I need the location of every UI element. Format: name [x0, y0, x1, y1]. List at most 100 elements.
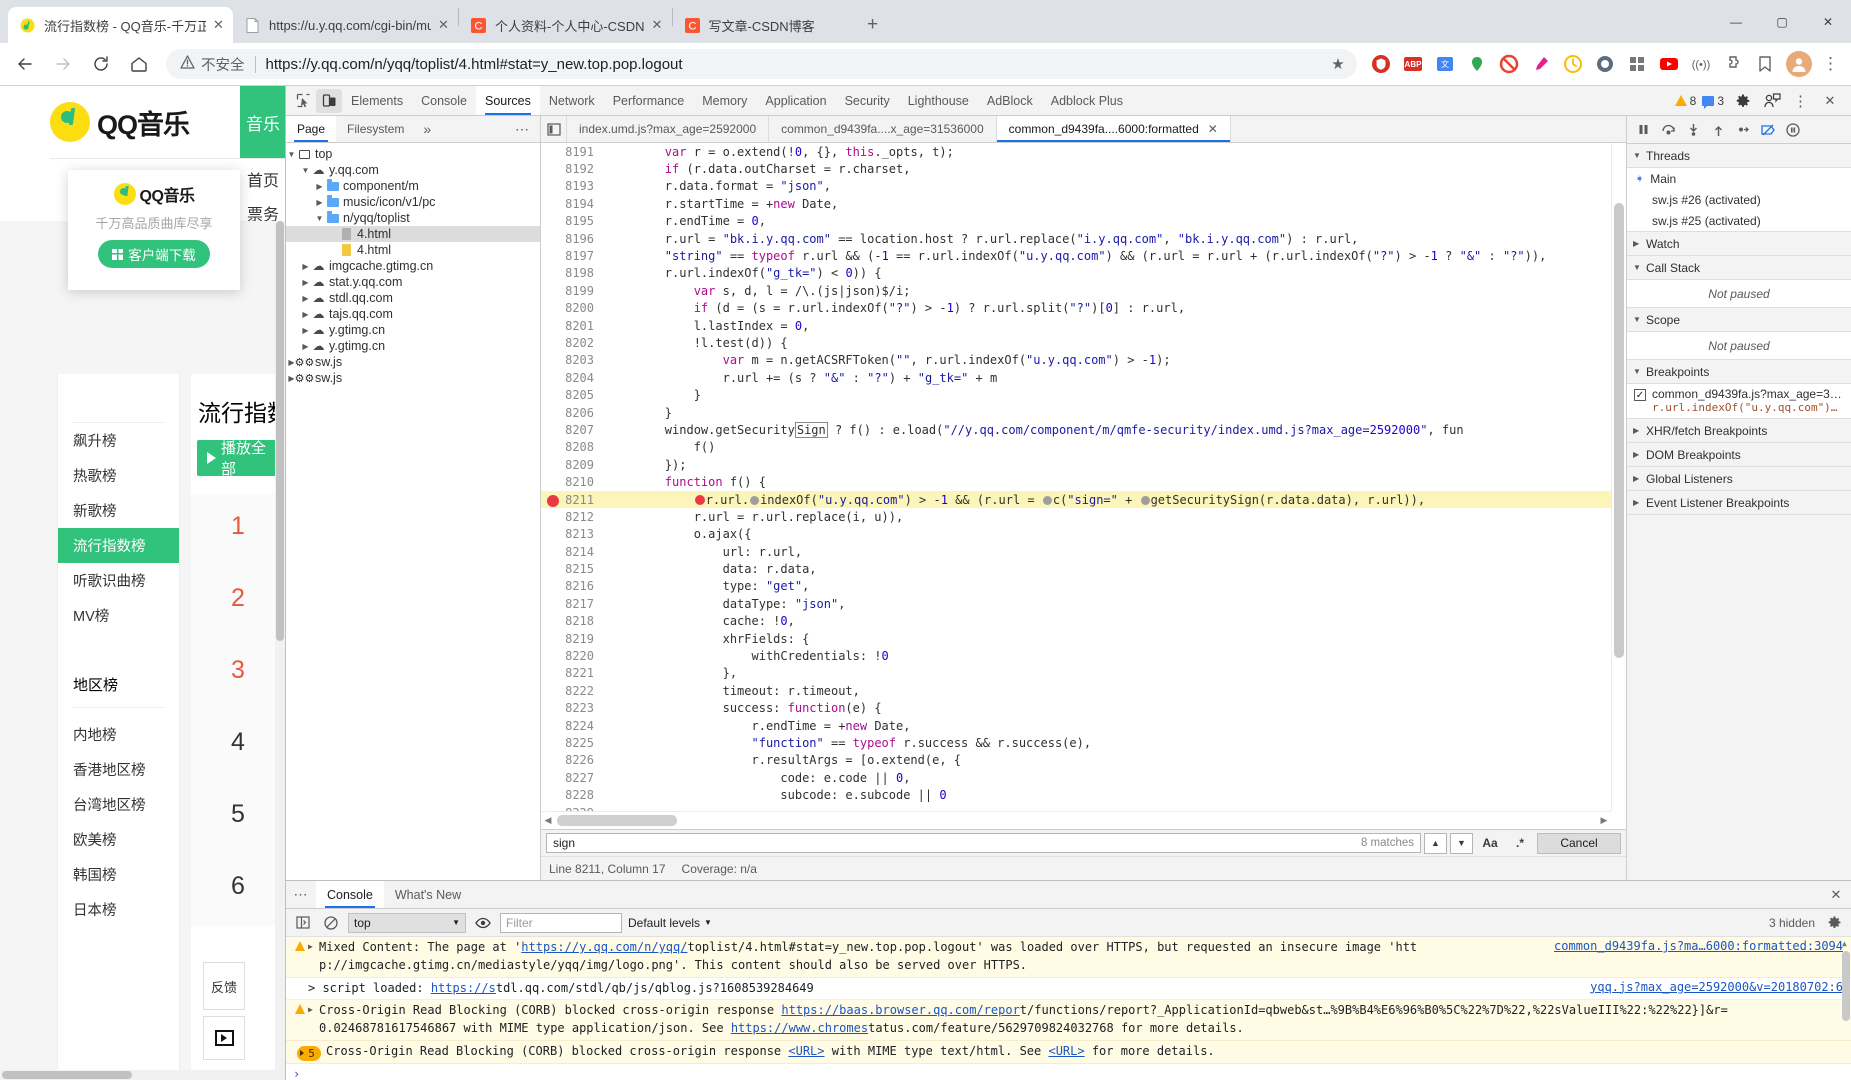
line-number[interactable]: 8212 — [541, 509, 603, 524]
wifi-icon[interactable]: ((•)) — [1687, 50, 1715, 78]
music-tab[interactable]: 音乐 — [240, 86, 285, 158]
code-line[interactable]: 8219 xhrFields: { — [541, 630, 1611, 647]
close-icon[interactable]: ✕ — [435, 17, 452, 34]
editor-tab-0[interactable]: index.umd.js?max_age=2592000 — [567, 116, 770, 142]
code-line[interactable]: 8218 cache: !0, — [541, 613, 1611, 630]
breakpoint-item[interactable]: ✓ common_d9439fa.js?max_age=3… r.url.index… — [1627, 384, 1851, 418]
line-number[interactable]: 8217 — [541, 596, 603, 611]
code-line[interactable]: 8204 r.url += (s ? "&" : "?") + "g_tk=" … — [541, 369, 1611, 386]
code-line[interactable]: 8226 r.resultArgs = [o.extend(e, { — [541, 752, 1611, 769]
code-line[interactable]: 8205 } — [541, 386, 1611, 403]
code-line[interactable]: 8221 }, — [541, 665, 1611, 682]
chevron-down-icon[interactable]: ▼ — [286, 150, 297, 159]
chevron-right-icon[interactable]: ▶ — [300, 294, 311, 303]
context-selector[interactable]: top ▼ — [348, 912, 466, 933]
console-message[interactable]: > script loaded: https://stdl.qq.com/std… — [286, 978, 1851, 1001]
grid-icon[interactable] — [1623, 50, 1651, 78]
window-close-button[interactable]: ✕ — [1805, 6, 1851, 38]
tree-item[interactable]: ▶ component/m — [286, 178, 540, 194]
code-line[interactable]: 8199 var s, d, l = /\.(js|json)$/i; — [541, 282, 1611, 299]
tree-item[interactable]: 4.html — [286, 242, 540, 258]
gear-icon[interactable] — [1823, 912, 1845, 934]
tree-item[interactable]: ▶ ⚙⚙ sw.js — [286, 354, 540, 370]
pause-on-exceptions-icon[interactable] — [1781, 118, 1805, 142]
qq-music-logo[interactable]: QQ音乐 — [50, 102, 190, 142]
line-number[interactable]: 8199 — [541, 283, 603, 298]
tree-item[interactable]: ▼ ☁ y.qq.com — [286, 162, 540, 178]
section-breakpoints[interactable]: ▼ Breakpoints — [1627, 360, 1851, 384]
line-number[interactable]: 8218 — [541, 614, 603, 629]
section-dom-breakpoints[interactable]: ▶ DOM Breakpoints — [1627, 443, 1851, 467]
tab-elements[interactable]: Elements — [342, 86, 412, 115]
region-rank-5[interactable]: 日本榜 — [58, 892, 179, 927]
chevron-right-icon[interactable]: ▶ — [300, 262, 311, 271]
tab-application[interactable]: Application — [756, 86, 835, 115]
line-number[interactable]: 8208 — [541, 440, 603, 455]
line-number[interactable]: 8202 — [541, 335, 603, 350]
code-line[interactable]: 8201 l.lastIndex = 0, — [541, 317, 1611, 334]
tree-item[interactable]: ▼ n/yqq/toplist — [286, 210, 540, 226]
song-row[interactable]: 2 — [191, 566, 285, 638]
section-call-stack[interactable]: ▼ Call Stack — [1627, 256, 1851, 280]
puzzle-icon[interactable] — [1719, 50, 1747, 78]
section-scope[interactable]: ▼ Scope — [1627, 308, 1851, 332]
page-hscrollbar[interactable] — [0, 1070, 275, 1080]
line-number[interactable]: 8227 — [541, 770, 603, 785]
step-icon[interactable] — [1731, 118, 1755, 142]
console-messages[interactable]: ▶ Mixed Content: The page at 'https://y.q… — [286, 937, 1851, 1080]
step-over-icon[interactable] — [1656, 118, 1680, 142]
cancel-button[interactable]: Cancel — [1537, 832, 1621, 854]
tab-network[interactable]: Network — [540, 86, 604, 115]
tree-item[interactable]: ▶ ⚙⚙ sw.js — [286, 370, 540, 386]
section-xhr-fetch-breakpoints[interactable]: ▶ XHR/fetch Breakpoints — [1627, 419, 1851, 443]
scroll-up-icon[interactable]: ▲ — [1842, 939, 1847, 948]
mini-player-button[interactable] — [203, 1016, 245, 1060]
deactivate-breakpoints-icon[interactable] — [1756, 118, 1780, 142]
message-count-badge[interactable]: 3 — [1702, 94, 1724, 109]
line-number[interactable]: 8223 — [541, 701, 603, 716]
editor-nav-icon[interactable] — [541, 116, 567, 142]
line-number[interactable]: 8201 — [541, 318, 603, 333]
nav-tab-page[interactable]: Page — [286, 116, 337, 142]
browser-tab[interactable]: C 个人资料-个人中心-CSDN ✕ — [459, 7, 672, 43]
code-line[interactable]: 8209 }); — [541, 456, 1611, 473]
line-number[interactable]: 8205 — [541, 388, 603, 403]
code-line[interactable]: 8203 var m = n.getACSRFToken("", r.url.i… — [541, 352, 1611, 369]
song-row[interactable]: 1 — [191, 494, 285, 566]
pause-icon[interactable] — [1631, 118, 1655, 142]
song-row[interactable]: 5 — [191, 782, 285, 854]
tree-item[interactable]: ▼ top — [286, 146, 540, 162]
tab-performance[interactable]: Performance — [604, 86, 694, 115]
line-number[interactable]: 8196 — [541, 231, 603, 246]
code-line[interactable]: 8192 if (r.data.outCharset = r.charset, — [541, 160, 1611, 177]
line-number[interactable]: 8200 — [541, 301, 603, 316]
line-number[interactable]: 8215 — [541, 562, 603, 577]
thread-item[interactable]: ➧ Main — [1627, 168, 1851, 189]
line-number[interactable]: 8195 — [541, 214, 603, 229]
step-into-icon[interactable] — [1681, 118, 1705, 142]
code-line[interactable]: 8200 if (d = (s = r.url.indexOf("?") > -… — [541, 300, 1611, 317]
code-line[interactable]: 8191 var r = o.extend(!0, {}, this._opts… — [541, 143, 1611, 160]
search-input[interactable]: sign 8 matches — [546, 833, 1421, 853]
line-number[interactable]: 8192 — [541, 162, 603, 177]
line-number[interactable]: 8222 — [541, 683, 603, 698]
expand-icon[interactable]: ▶ — [308, 1002, 319, 1038]
log-level-selector[interactable]: Default levels ▼ — [628, 916, 712, 930]
editor-horizontal-scrollbar[interactable]: ◀ ▶ — [541, 811, 1611, 829]
step-out-icon[interactable] — [1706, 118, 1730, 142]
region-rank-0[interactable]: 内地榜 — [58, 717, 179, 752]
code-line[interactable]: 8197 "string" == typeof r.url && (-1 == … — [541, 247, 1611, 264]
line-number[interactable]: 8214 — [541, 544, 603, 559]
line-number[interactable]: 8194 — [541, 196, 603, 211]
abp-icon[interactable]: ABP — [1399, 50, 1427, 78]
code-line[interactable]: 8229 — [541, 804, 1611, 811]
page-scrollbar[interactable] — [275, 221, 285, 1080]
song-row[interactable]: 4 — [191, 710, 285, 782]
filter-input[interactable]: Filter — [500, 912, 622, 933]
home-button[interactable] — [123, 48, 155, 80]
tree-item[interactable]: ▶ ☁ stat.y.qq.com — [286, 274, 540, 290]
scrollbar-thumb[interactable] — [1842, 951, 1850, 1021]
tab-memory[interactable]: Memory — [693, 86, 756, 115]
code-line[interactable]: 8214 url: r.url, — [541, 543, 1611, 560]
minimize-button[interactable]: — — [1713, 6, 1759, 38]
